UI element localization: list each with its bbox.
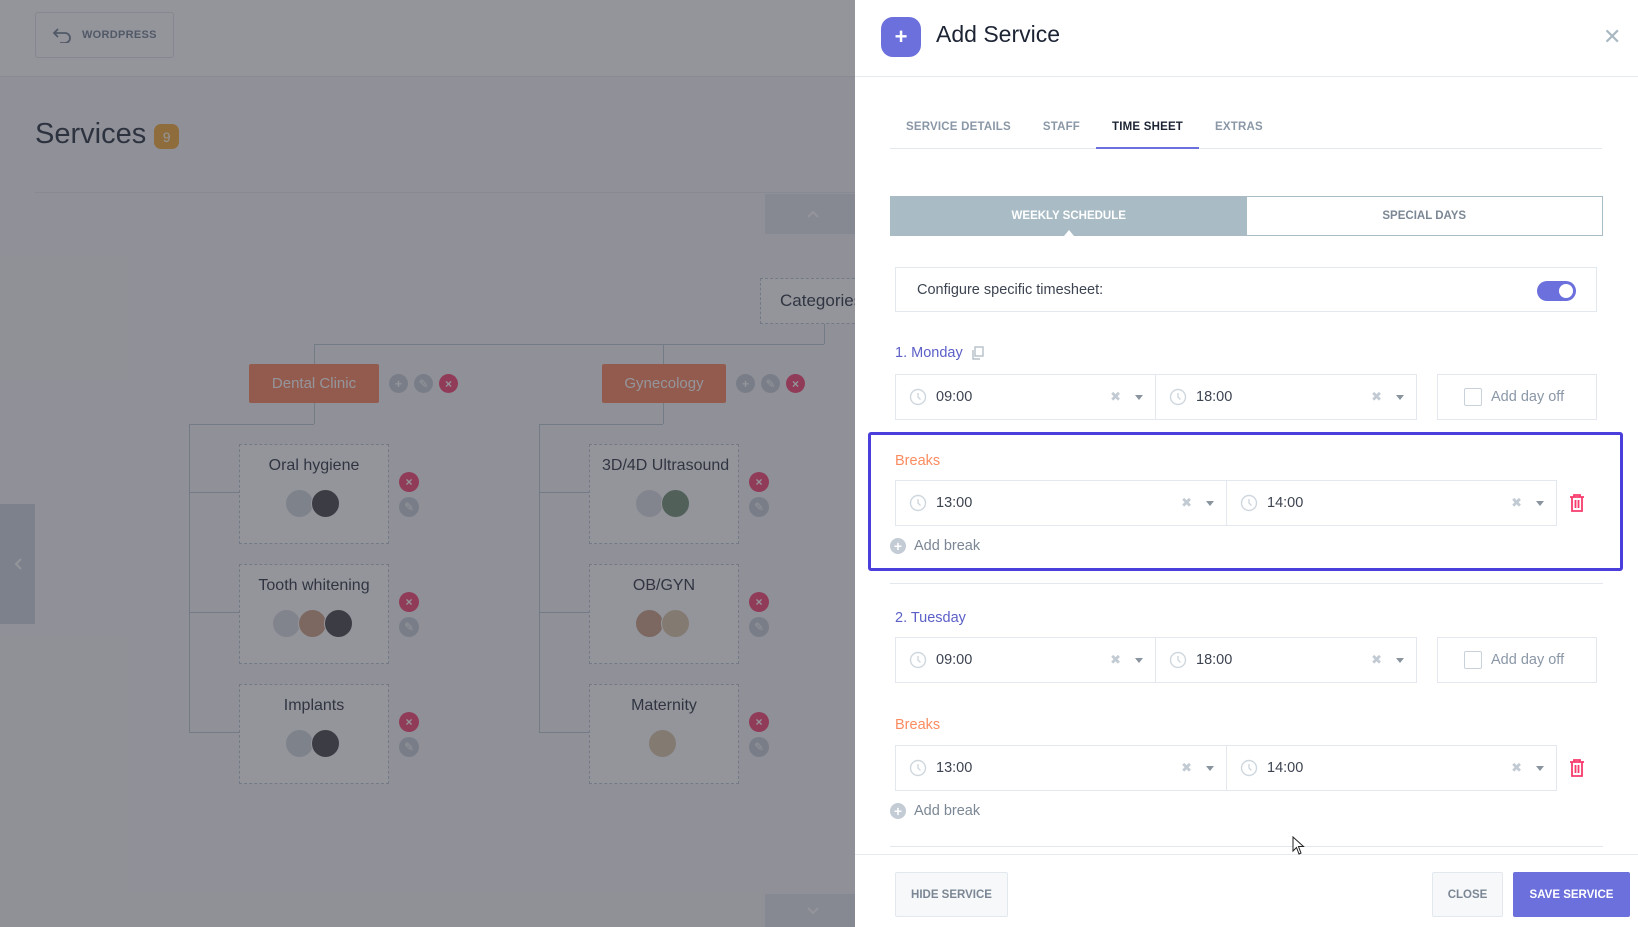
clear-icon[interactable]: ✖ xyxy=(1511,495,1522,511)
divider xyxy=(890,846,1603,847)
configure-timesheet-label: Configure specific timesheet: xyxy=(917,281,1104,298)
monday-break-end[interactable]: 14:00 ✖ xyxy=(1226,480,1557,526)
clock-icon xyxy=(1240,494,1258,512)
dropdown-caret-icon[interactable] xyxy=(1206,501,1214,506)
panel-title: Add Service xyxy=(936,21,1061,47)
clock-icon xyxy=(909,494,927,512)
divider xyxy=(890,583,1603,584)
mouse-cursor-icon xyxy=(1292,836,1305,855)
tab-service-details[interactable]: SERVICE DETAILS xyxy=(890,112,1027,149)
clear-icon[interactable]: ✖ xyxy=(1371,389,1382,405)
clear-icon[interactable]: ✖ xyxy=(1371,652,1382,668)
tab-staff[interactable]: STAFF xyxy=(1027,112,1096,149)
day-off-label: Add day off xyxy=(1491,652,1565,668)
configure-timesheet-row: Configure specific timesheet: xyxy=(895,267,1597,312)
panel-tabs: SERVICE DETAILS STAFF TIME SHEET EXTRAS xyxy=(890,112,1602,149)
tuesday-add-break[interactable]: + Add break xyxy=(890,803,980,819)
panel-header: + Add Service ✕ xyxy=(855,0,1638,77)
day-name: 2. Tuesday xyxy=(895,610,966,626)
dropdown-caret-icon[interactable] xyxy=(1536,501,1544,506)
dropdown-caret-icon[interactable] xyxy=(1135,395,1143,400)
day-off-checkbox[interactable] xyxy=(1464,388,1482,406)
time-value: 18:00 xyxy=(1196,389,1233,405)
clock-icon xyxy=(909,388,927,406)
clock-icon xyxy=(1169,388,1187,406)
configure-timesheet-toggle[interactable] xyxy=(1537,281,1576,301)
add-service-panel: + Add Service ✕ SERVICE DETAILS STAFF TI… xyxy=(855,0,1638,927)
day-name: 1. Monday xyxy=(895,345,963,361)
clock-icon xyxy=(1169,651,1187,669)
add-circle-icon: + xyxy=(890,803,906,819)
monday-break-start[interactable]: 13:00 ✖ xyxy=(895,480,1227,526)
clear-icon[interactable]: ✖ xyxy=(1511,760,1522,776)
monday-end-time[interactable]: 18:00 ✖ xyxy=(1155,374,1417,420)
monday-breaks-label: Breaks xyxy=(895,453,941,469)
close-icon[interactable]: ✕ xyxy=(1603,24,1621,50)
clear-icon[interactable]: ✖ xyxy=(1110,652,1121,668)
trash-icon[interactable] xyxy=(1568,758,1586,778)
tuesday-day-off[interactable]: Add day off xyxy=(1437,637,1597,683)
time-value: 13:00 xyxy=(936,495,973,511)
clock-icon xyxy=(909,651,927,669)
tab-time-sheet[interactable]: TIME SHEET xyxy=(1096,112,1200,149)
dropdown-caret-icon[interactable] xyxy=(1396,658,1404,663)
weekly-schedule-tab[interactable]: WEEKLY SCHEDULE xyxy=(891,197,1247,236)
clear-icon[interactable]: ✖ xyxy=(1181,495,1192,511)
add-circle-icon: + xyxy=(890,538,906,554)
special-days-tab[interactable]: SPECIAL DAYS xyxy=(1247,197,1603,235)
dropdown-caret-icon[interactable] xyxy=(1396,395,1404,400)
clock-icon xyxy=(1240,759,1258,777)
tab-extras[interactable]: EXTRAS xyxy=(1199,112,1279,149)
dropdown-caret-icon[interactable] xyxy=(1206,766,1214,771)
schedule-type-switch: WEEKLY SCHEDULE SPECIAL DAYS xyxy=(890,196,1603,236)
time-value: 13:00 xyxy=(936,760,973,776)
dropdown-caret-icon[interactable] xyxy=(1135,658,1143,663)
add-break-label: Add break xyxy=(914,803,981,819)
time-value: 14:00 xyxy=(1267,495,1304,511)
panel-footer: HIDE SERVICE CLOSE SAVE SERVICE xyxy=(855,854,1638,927)
hide-service-button[interactable]: HIDE SERVICE xyxy=(895,872,1008,917)
time-value: 14:00 xyxy=(1267,760,1304,776)
tuesday-breaks-label: Breaks xyxy=(895,717,941,733)
time-value: 18:00 xyxy=(1196,652,1233,668)
tuesday-break-start[interactable]: 13:00 ✖ xyxy=(895,745,1227,791)
day-off-label: Add day off xyxy=(1491,389,1565,405)
close-button[interactable]: CLOSE xyxy=(1432,872,1503,917)
save-service-button[interactable]: SAVE SERVICE xyxy=(1513,872,1630,917)
trash-icon[interactable] xyxy=(1568,493,1586,513)
dropdown-caret-icon[interactable] xyxy=(1536,766,1544,771)
monday-add-break[interactable]: + Add break xyxy=(890,538,980,554)
tuesday-end-time[interactable]: 18:00 ✖ xyxy=(1155,637,1417,683)
day-label-monday: 1. Monday xyxy=(895,345,985,361)
modal-backdrop[interactable] xyxy=(0,0,855,927)
time-value: 09:00 xyxy=(936,389,973,405)
copy-icon[interactable] xyxy=(971,346,985,360)
clear-icon[interactable]: ✖ xyxy=(1181,760,1192,776)
tuesday-break-end[interactable]: 14:00 ✖ xyxy=(1226,745,1557,791)
monday-day-off[interactable]: Add day off xyxy=(1437,374,1597,420)
tuesday-start-time[interactable]: 09:00 ✖ xyxy=(895,637,1156,683)
add-break-label: Add break xyxy=(914,538,981,554)
clock-icon xyxy=(909,759,927,777)
clear-icon[interactable]: ✖ xyxy=(1110,389,1121,405)
monday-start-time[interactable]: 09:00 ✖ xyxy=(895,374,1156,420)
day-label-tuesday: 2. Tuesday xyxy=(895,610,966,626)
day-off-checkbox[interactable] xyxy=(1464,651,1482,669)
plus-icon: + xyxy=(881,17,921,57)
time-value: 09:00 xyxy=(936,652,973,668)
